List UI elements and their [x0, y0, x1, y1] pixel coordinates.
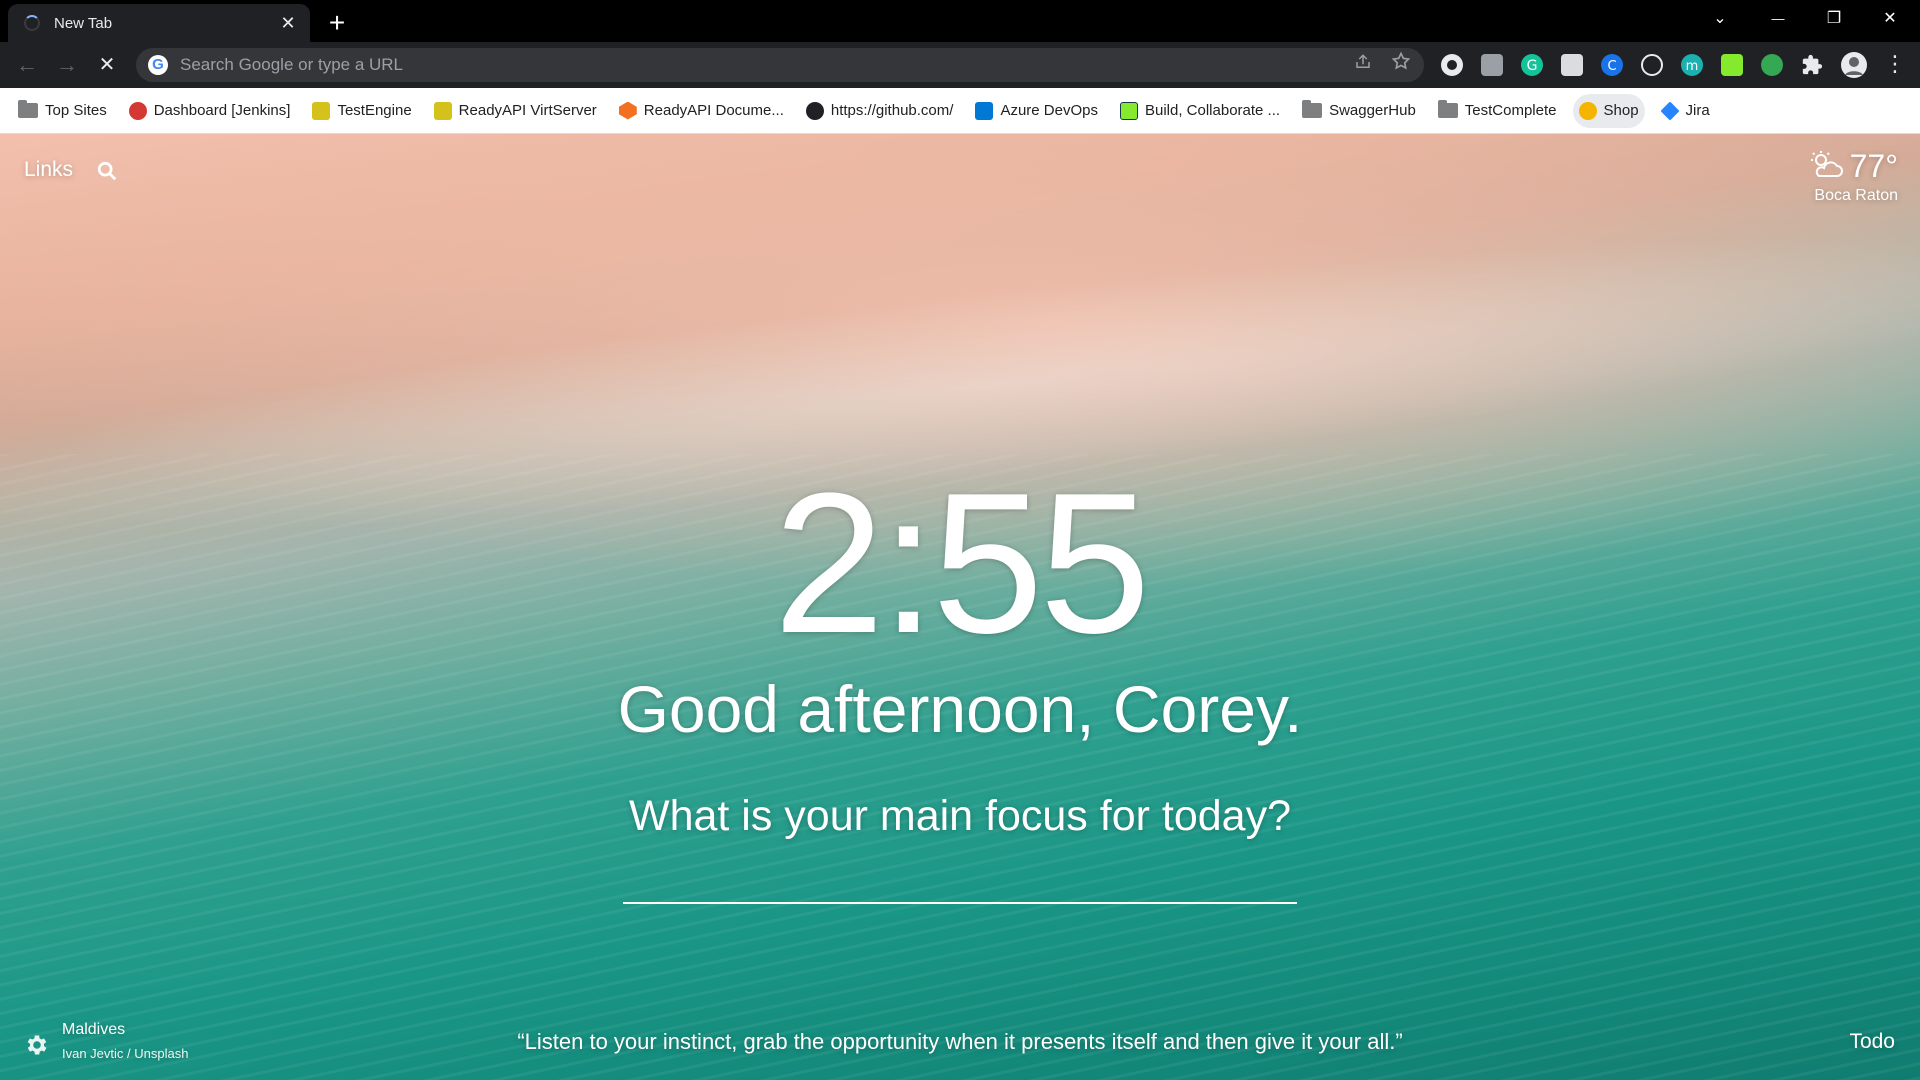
bookmark-label: ReadyAPI Docume...: [643, 102, 784, 119]
bookmark-label: TestEngine: [337, 102, 412, 119]
smartbear-icon: [618, 101, 637, 120]
links-button[interactable]: Links: [24, 158, 73, 182]
daily-quote[interactable]: “Listen to your instinct, grab the oppor…: [0, 1029, 1920, 1055]
bookmark-label: TestComplete: [1464, 102, 1557, 119]
tab-new-tab[interactable]: New Tab ✕: [8, 4, 310, 42]
bookmark-label: Dashboard [Jenkins]: [153, 102, 291, 119]
github-icon: [805, 101, 824, 120]
folder-icon: [18, 100, 38, 118]
todo-button[interactable]: Todo: [1849, 1030, 1895, 1054]
tab-close-button[interactable]: ✕: [278, 13, 298, 33]
readyapi-icon: [433, 101, 452, 120]
bookmark-github[interactable]: https://github.com/: [800, 94, 960, 128]
bookmark-testcomplete[interactable]: TestComplete: [1432, 94, 1563, 128]
tab-strip: New Tab ✕ + ⌄ — ❐ ✕: [0, 0, 1920, 42]
bookmark-label: Jira: [1685, 102, 1710, 119]
restore-button[interactable]: ❐: [1806, 0, 1862, 40]
bookmark-label: Shop: [1603, 102, 1639, 119]
azure-devops-icon: [975, 101, 994, 120]
new-tab-button[interactable]: +: [322, 9, 352, 39]
bookmark-testengine[interactable]: TestEngine: [306, 94, 417, 128]
bookmark-label: SwaggerHub: [1329, 102, 1416, 119]
back-button[interactable]: ←: [12, 50, 42, 80]
tab-title: New Tab: [54, 14, 113, 32]
search-icon[interactable]: [96, 160, 118, 182]
bookmark-label: Build, Collaborate ...: [1144, 102, 1281, 119]
testengine-icon: [312, 101, 331, 120]
jenkins-icon: [128, 101, 147, 120]
folder-icon: [1302, 100, 1323, 118]
bookmark-swaggerhub[interactable]: SwaggerHub: [1296, 94, 1422, 128]
svg-text:G: G: [1527, 58, 1538, 74]
main-focus-input[interactable]: [623, 856, 1297, 904]
bookmark-swagger-build[interactable]: Build, Collaborate ...: [1114, 94, 1286, 128]
minimize-button[interactable]: —: [1750, 0, 1806, 40]
greeting: Good afternoon, Corey.: [617, 672, 1303, 746]
extension-green-icon[interactable]: [1761, 54, 1783, 76]
clock: 2:55: [773, 452, 1150, 675]
extensions-puzzle-icon[interactable]: [1801, 54, 1823, 76]
tab-search-button[interactable]: ⌄: [1692, 0, 1748, 40]
bookmark-label: Top Sites: [45, 102, 107, 119]
weather-temperature: 77°: [1849, 148, 1898, 184]
folder-icon: [1437, 100, 1458, 118]
weather-widget[interactable]: 77° Boca Raton: [1808, 148, 1898, 205]
google-icon: G: [148, 55, 168, 75]
bookmark-label: ReadyAPI VirtServer: [458, 102, 597, 119]
bookmark-azure-devops[interactable]: Azure DevOps: [969, 94, 1104, 128]
momentum-background: Links 77° Boca Raton 2:55 Good afternoon…: [0, 134, 1920, 1080]
loading-spinner-icon: [24, 15, 40, 31]
swagger-icon: [1119, 101, 1138, 120]
window-close-button[interactable]: ✕: [1862, 0, 1918, 40]
bookmark-star-icon[interactable]: [1386, 50, 1416, 80]
bookmark-top-sites[interactable]: Top Sites: [12, 94, 113, 128]
extension-pdf-icon[interactable]: [1481, 54, 1503, 76]
browser-toolbar: ← → ✕ G G C m ⋮: [0, 42, 1920, 88]
jira-icon: [1660, 100, 1680, 121]
bookmark-readyapi-docs[interactable]: ReadyAPI Docume...: [613, 94, 790, 128]
bookmark-label: https://github.com/: [830, 102, 954, 119]
shop-icon: [1578, 101, 1597, 120]
bookmarks-bar: Top Sites Dashboard [Jenkins] TestEngine…: [0, 88, 1920, 134]
bookmark-readyapi-virtserver[interactable]: ReadyAPI VirtServer: [428, 94, 603, 128]
extension-square-icon[interactable]: [1561, 54, 1583, 76]
profile-avatar[interactable]: [1841, 52, 1867, 78]
bookmark-shop[interactable]: Shop: [1572, 93, 1645, 128]
omnibox-input[interactable]: [180, 55, 1348, 75]
extension-glasses-icon[interactable]: [1641, 54, 1663, 76]
stop-loading-button[interactable]: ✕: [92, 50, 122, 80]
extension-bracket-icon[interactable]: [1721, 54, 1743, 76]
browser-menu-icon[interactable]: ⋮: [1884, 52, 1906, 76]
svg-text:m: m: [1686, 59, 1699, 74]
grammarly-icon[interactable]: G: [1521, 54, 1543, 76]
momentum-icon[interactable]: m: [1681, 54, 1703, 76]
address-bar[interactable]: G: [136, 48, 1424, 82]
extension-circle-icon[interactable]: [1441, 54, 1463, 76]
bookmark-label: Azure DevOps: [1000, 102, 1098, 119]
extension-c-icon[interactable]: C: [1601, 54, 1623, 76]
focus-prompt: What is your main focus for today?: [628, 792, 1291, 840]
bookmark-jenkins[interactable]: Dashboard [Jenkins]: [123, 94, 297, 128]
bookmark-jira[interactable]: Jira: [1655, 94, 1716, 128]
forward-button[interactable]: →: [52, 50, 82, 80]
share-icon[interactable]: [1348, 50, 1378, 80]
weather-location: Boca Raton: [1814, 187, 1898, 204]
partly-cloudy-icon: [1808, 149, 1844, 184]
svg-text:C: C: [1607, 59, 1616, 74]
